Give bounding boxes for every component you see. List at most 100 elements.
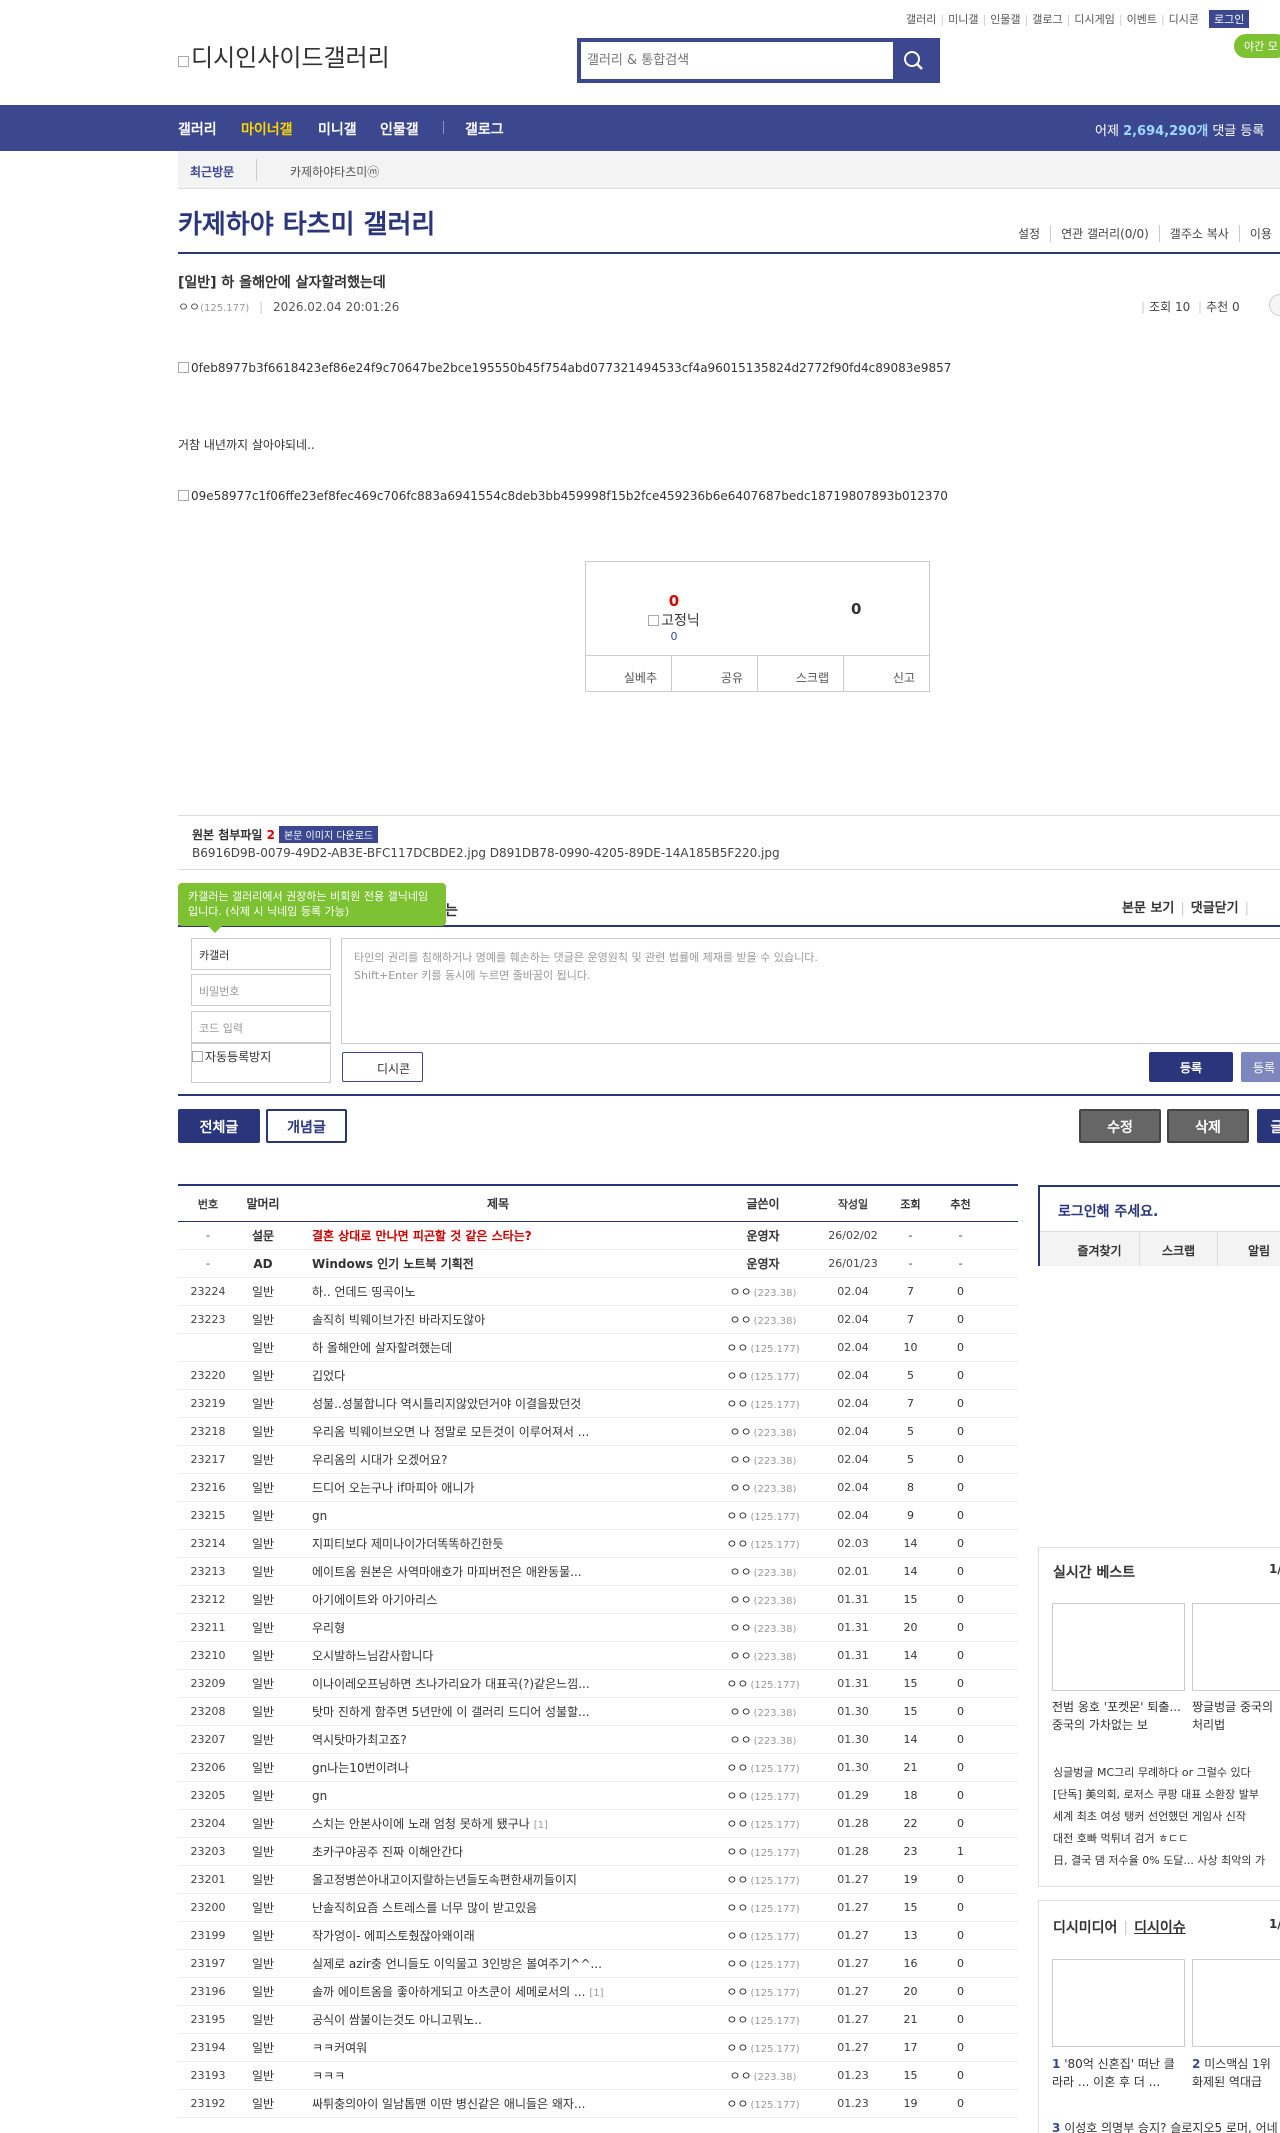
best-caption[interactable]: 짱글벙글 중국의 처리법 bbox=[1192, 1698, 1280, 1734]
post-title-link[interactable]: 하 올해안에 살자할려했는데 bbox=[312, 1341, 452, 1355]
media-thumbnail[interactable] bbox=[1192, 1959, 1280, 2047]
post-writer[interactable]: ㅇㅇ (125.177) bbox=[708, 1339, 818, 1356]
tab-dc-media[interactable]: 디시미디어 bbox=[1053, 1920, 1117, 1936]
dccon-button[interactable]: 디시콘 bbox=[342, 1052, 423, 1082]
post-title-link[interactable]: ㅋㅋ커여워 bbox=[312, 2041, 367, 2055]
table-row[interactable]: 23212 일반 아기에이트와 아기아리스 ㅇㅇ (223.38) 01.31 15 0 bbox=[178, 1586, 1018, 1614]
post-writer[interactable]: ㅇㅇ (125.177) bbox=[708, 1927, 818, 1944]
best-list-item[interactable]: 대전 호빠 먹튀녀 검거 ㅎㄷㄷ bbox=[1053, 1828, 1265, 1850]
post-title-link[interactable]: 공식이 쌈불이는것도 아니고뭐노.. bbox=[312, 2013, 482, 2027]
post-title-link[interactable]: 올고정병쓴아내고이지랄하는년들도속편한새끼들이지 bbox=[312, 1873, 577, 1887]
post-writer[interactable]: ㅇㅇ (125.177) bbox=[708, 1535, 818, 1552]
best-list-item[interactable]: 싱글벙글 MC그리 무례하다 or 그럴수 있다 bbox=[1053, 1762, 1265, 1784]
post-title-link[interactable]: Windows 인기 노트북 기획전 bbox=[312, 1257, 474, 1271]
post-writer[interactable]: 운영자 bbox=[708, 1255, 818, 1272]
concept-posts-button[interactable]: 개념글 bbox=[266, 1109, 347, 1143]
best-list-item[interactable]: 日, 결국 댐 저수율 0% 도달... 사상 최악의 가 bbox=[1053, 1850, 1265, 1872]
table-row[interactable]: 23197 일반 실제로 azir충 언니들도 이익물고 3인방은 볼여주기^^..… bbox=[178, 1950, 1018, 1978]
best-caption[interactable]: 전범 옹호 '포켓몬' 퇴출... 중국의 가차없는 보 bbox=[1052, 1698, 1185, 1734]
table-row[interactable]: 23210 일반 오시발하느님감사합니다 ㅇㅇ (223.38) 01.31 14 0 bbox=[178, 1642, 1018, 1670]
gnb-minor-gallery[interactable]: 마이너갤 bbox=[241, 119, 293, 139]
edit-button[interactable]: 수정 bbox=[1079, 1109, 1161, 1143]
top-nav-item[interactable]: 이벤트 bbox=[1123, 11, 1161, 27]
best-thumbnail[interactable] bbox=[1052, 1603, 1185, 1691]
post-writer[interactable]: ㅇㅇ (125.177) bbox=[708, 1759, 818, 1776]
captcha-code-input[interactable]: 코드 입력 bbox=[191, 1011, 331, 1043]
post-writer[interactable]: ㅇㅇ (125.177) bbox=[708, 1983, 818, 2000]
table-row[interactable]: 23195 일반 공식이 쌈불이는것도 아니고뭐노.. ㅇㅇ (125.177) 01.2… bbox=[178, 2006, 1018, 2034]
recommend-up[interactable]: 0 고정닉 0 bbox=[644, 592, 704, 643]
register-recommend-button[interactable]: 등록 bbox=[1241, 1052, 1280, 1082]
post-title-link[interactable]: 우리옴의 시대가 오겠어요? bbox=[312, 1453, 447, 1467]
site-logo[interactable]: 디시인사이드갤러리 bbox=[178, 38, 390, 73]
post-writer[interactable]: ㅇㅇ (125.177) bbox=[708, 1955, 818, 1972]
post-writer[interactable]: ㅇㅇ (223.38) bbox=[708, 1619, 818, 1636]
post-title-link[interactable]: 우리형 bbox=[312, 1621, 345, 1635]
post-writer[interactable]: ㅇㅇ (223.38) bbox=[708, 1647, 818, 1664]
top-nav-item[interactable]: 인물갤 bbox=[986, 11, 1024, 27]
post-title-link[interactable]: 하.. 언데드 띵곡이노 bbox=[312, 1285, 416, 1299]
post-writer[interactable]: ㅇㅇ (125.177) bbox=[708, 1815, 818, 1832]
post-writer[interactable]: ㅇㅇ (125.177) bbox=[708, 1899, 818, 1916]
best-list-item[interactable]: 세계 최초 여성 탱커 선언했던 게임사 신작 bbox=[1053, 1806, 1265, 1828]
favorites-link[interactable]: 즐겨찾기 bbox=[1040, 1232, 1140, 1266]
table-row[interactable]: 23215 일반 gn ㅇㅇ (125.177) 02.04 9 0 bbox=[178, 1502, 1018, 1530]
post-title-link[interactable]: 깁었다 bbox=[312, 1369, 345, 1383]
post-title-link[interactable]: 오시발하느님감사합니다 bbox=[312, 1649, 433, 1663]
post-title-link[interactable]: 이나이레오프닝하면 츠나가리요가 대표곡(?)같은느낌... bbox=[312, 1677, 590, 1691]
post-writer[interactable]: ㅇㅇ (223.38) bbox=[708, 1451, 818, 1468]
table-row[interactable]: 23209 일반 이나이레오프닝하면 츠나가리요가 대표곡(?)같은느낌... ㅇㅇ(… bbox=[178, 1670, 1018, 1698]
notification-link[interactable]: 알림 bbox=[1218, 1232, 1280, 1266]
post-writer[interactable]: ㅇㅇ (223.38) bbox=[708, 1703, 818, 1720]
post-writer[interactable]: ㅇㅇ (125.177) bbox=[708, 1871, 818, 1888]
post-image[interactable]: 09e58977c1f06ffe23ef8fec469c706fc883a694… bbox=[178, 489, 948, 503]
post-title-link[interactable]: 초카구야공주 진짜 이해안간다 bbox=[312, 1845, 463, 1859]
post-writer[interactable]: ㅇㅇ (223.38) bbox=[708, 2067, 818, 2084]
table-row[interactable]: 23216 일반 드디어 오는구나 if마피아 애니가 ㅇㅇ (223.38) 02.04… bbox=[178, 1474, 1018, 1502]
post-writer[interactable]: ㅇㅇ (125.177) bbox=[708, 1395, 818, 1412]
register-button[interactable]: 등록 bbox=[1149, 1052, 1233, 1082]
post-title-link[interactable]: 에이트옴 원본은 사역마애호가 마피버전은 애완동물... bbox=[312, 1565, 582, 1579]
table-row[interactable]: 23220 일반 깁었다 ㅇㅇ (125.177) 02.04 5 0 bbox=[178, 1362, 1018, 1390]
table-row[interactable]: 일반 하 올해안에 살자할려했는데 ㅇㅇ (125.177) 02.04 10 0 bbox=[178, 1334, 1018, 1362]
gnb-gallog[interactable]: 갤로그 bbox=[465, 119, 504, 139]
table-row[interactable]: 23217 일반 우리옴의 시대가 오겠어요? ㅇㅇ (223.38) 02.04 5 0 bbox=[178, 1446, 1018, 1474]
view-post-link[interactable]: 본문 보기 bbox=[1122, 901, 1174, 916]
post-title-link[interactable]: 스치는 안본사이에 노래 엄청 못하게 됐구나 bbox=[312, 1817, 530, 1831]
scrap-button[interactable]: 스크랩 bbox=[757, 656, 843, 691]
media-thumbnail[interactable] bbox=[1052, 1959, 1185, 2047]
post-title-link[interactable]: 난솔직히요즘 스트레스를 너무 많이 받고있음 bbox=[312, 1901, 537, 1915]
recent-visit-item[interactable]: 카제하야타츠미ⓜ bbox=[290, 163, 379, 180]
post-writer[interactable]: ㅇㅇ (223.38) bbox=[708, 1479, 818, 1496]
post-title-link[interactable]: 작가엉이- 에피스토췄잖아왜이래 bbox=[312, 1929, 475, 1943]
post-writer[interactable]: ㅇㅇ (223.38) bbox=[708, 1731, 818, 1748]
post-writer[interactable]: ㅇㅇ (125.177) bbox=[708, 2095, 818, 2112]
gnb-mini-gallery[interactable]: 미니갤 bbox=[318, 119, 357, 139]
post-writer[interactable]: ㅇㅇ (125.177) bbox=[708, 1507, 818, 1524]
top-nav-item[interactable]: 미니갤 bbox=[944, 11, 982, 27]
table-row[interactable]: 23213 일반 에이트옴 원본은 사역마애호가 마피버전은 애완동물... ㅇㅇ (2… bbox=[178, 1558, 1018, 1586]
post-writer[interactable]: ㅇㅇ (125.177) bbox=[708, 1367, 818, 1384]
gallery-settings-link[interactable]: 설정 bbox=[1008, 225, 1050, 242]
comment-textarea[interactable]: 타인의 권리를 침해하거나 명예를 훼손하는 댓글은 운영원칙 및 관련 법률에… bbox=[341, 938, 1280, 1044]
top-nav-item[interactable]: 디시게임 bbox=[1070, 11, 1118, 27]
report-button[interactable]: 신고 bbox=[843, 656, 929, 691]
post-title-link[interactable]: gn bbox=[312, 1789, 327, 1803]
comment-count-icon[interactable] bbox=[1269, 294, 1280, 316]
post-writer[interactable]: ㅇㅇ (223.38) bbox=[708, 1283, 818, 1300]
media-list-item[interactable]: 3 이성호 의명부 승지? 슬로지오5 로머, 어네 bbox=[1052, 2119, 1280, 2133]
table-row[interactable]: 23201 일반 올고정병쓴아내고이지랄하는년들도속편한새끼들이지 ㅇㅇ (125.17… bbox=[178, 1866, 1018, 1894]
top-nav-item[interactable]: 갤러리 bbox=[902, 11, 940, 27]
post-title-link[interactable]: 결혼 상대로 만나면 피곤할 것 같은 스타는? bbox=[312, 1229, 532, 1243]
login-button[interactable]: 로그인 bbox=[1209, 10, 1250, 28]
gnb-person-gallery[interactable]: 인물갤 bbox=[380, 119, 419, 139]
table-row[interactable]: 23204 일반 스치는 안본사이에 노래 엄청 못하게 됐구나 [1] ㅇㅇ (125.… bbox=[178, 1810, 1018, 1838]
close-comments-link[interactable]: 댓글닫기 bbox=[1191, 901, 1239, 916]
post-title-link[interactable]: 우리옴 빅웨이브오면 나 정말로 모든것이 이루어져서 ... bbox=[312, 1425, 589, 1439]
media-caption[interactable]: 2 미스맥심 1위 화제된 역대급 bbox=[1192, 2055, 1280, 2091]
scrap-link[interactable]: 스크랩 bbox=[1140, 1232, 1218, 1266]
table-row[interactable]: 23199 일반 작가엉이- 에피스토췄잖아왜이래 ㅇㅇ (125.177) 01.27 1… bbox=[178, 1922, 1018, 1950]
post-writer[interactable]: 운영자 bbox=[708, 1227, 818, 1244]
post-writer[interactable]: ㅇㅇ (125.177) bbox=[708, 2011, 818, 2028]
silbe-recommend-button[interactable]: 실베추 bbox=[586, 656, 671, 691]
